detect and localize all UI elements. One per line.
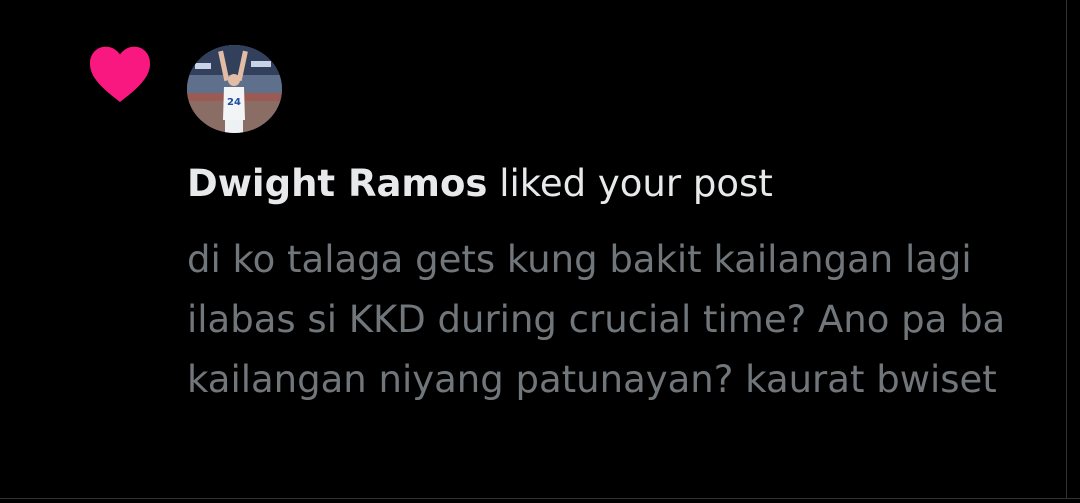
divider xyxy=(1066,0,1067,498)
user-name[interactable]: Dwight Ramos xyxy=(187,162,487,205)
liked-post-text[interactable]: di ko talaga gets kung bakit kailangan l… xyxy=(187,230,1057,410)
like-notification[interactable]: 24 Dwight Ramos liked your post di ko ta… xyxy=(0,0,1080,498)
svg-text:24: 24 xyxy=(227,97,241,108)
divider xyxy=(0,498,1080,499)
notification-headline: Dwight Ramos liked your post xyxy=(187,161,1047,207)
avatar[interactable]: 24 xyxy=(187,45,282,133)
action-text: liked your post xyxy=(499,162,773,205)
heart-icon xyxy=(89,46,151,102)
